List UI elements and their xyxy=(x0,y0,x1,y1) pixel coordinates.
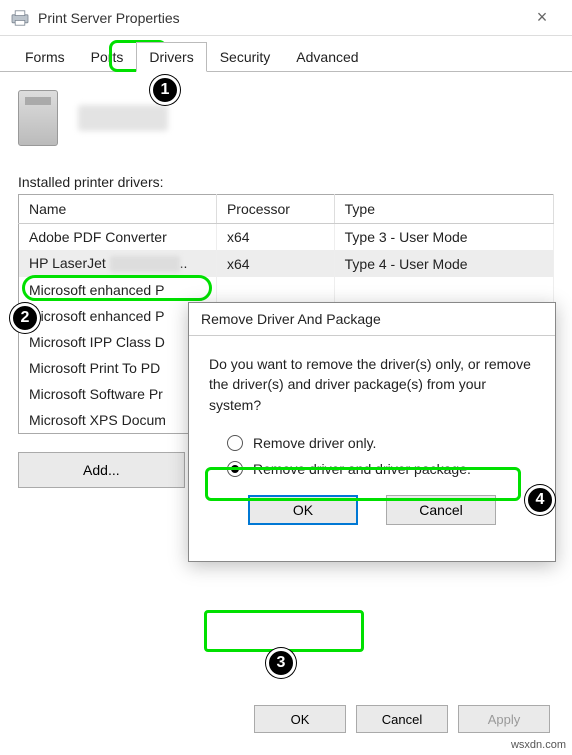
dialog-apply-button[interactable]: Apply xyxy=(458,705,550,733)
modal-button-row: OK Cancel xyxy=(209,487,535,547)
highlight-remove-button xyxy=(204,610,364,652)
cell-name: Microsoft Software Pr xyxy=(19,381,217,407)
modal-text: Do you want to remove the driver(s) only… xyxy=(209,354,535,415)
cell-processor xyxy=(216,277,334,303)
dialog-ok-button[interactable]: OK xyxy=(254,705,346,733)
tab-forms[interactable]: Forms xyxy=(12,42,78,72)
remove-driver-dialog: Remove Driver And Package Do you want to… xyxy=(188,302,556,562)
titlebar: Print Server Properties × xyxy=(0,0,572,36)
add-button[interactable]: Add... xyxy=(18,452,185,488)
modal-title: Remove Driver And Package xyxy=(189,303,555,336)
drivers-list-label: Installed printer drivers: xyxy=(18,174,554,190)
col-name[interactable]: Name xyxy=(19,195,217,224)
close-button[interactable]: × xyxy=(522,7,562,28)
tab-ports[interactable]: Ports xyxy=(78,42,137,72)
cell-type: Type 4 - User Mode xyxy=(334,250,553,277)
radio-label: Remove driver and driver package. xyxy=(253,461,471,477)
table-row[interactable]: HP LaserJet ..x64Type 4 - User Mode xyxy=(19,250,554,277)
server-name-redacted xyxy=(78,105,168,131)
cell-type xyxy=(334,277,553,303)
callout-3: 3 xyxy=(266,648,296,678)
radio-icon xyxy=(227,461,243,477)
printer-icon xyxy=(10,10,30,26)
watermark: wsxdn.com xyxy=(511,739,566,751)
cell-processor: x64 xyxy=(216,224,334,251)
cell-name: Microsoft XPS Docum xyxy=(19,407,217,434)
table-row[interactable]: Microsoft enhanced P xyxy=(19,277,554,303)
modal-cancel-button[interactable]: Cancel xyxy=(386,495,496,525)
tab-security[interactable]: Security xyxy=(207,42,284,72)
cell-name: Microsoft enhanced P xyxy=(19,303,217,329)
table-row[interactable]: Adobe PDF Converter x64Type 3 - User Mod… xyxy=(19,224,554,251)
server-header xyxy=(18,86,554,150)
cell-name: Microsoft Print To PD xyxy=(19,355,217,381)
radio-remove-driver-only[interactable]: Remove driver only. xyxy=(227,435,535,451)
redacted-text xyxy=(110,256,180,272)
col-processor[interactable]: Processor xyxy=(216,195,334,224)
tab-advanced[interactable]: Advanced xyxy=(283,42,371,72)
server-icon xyxy=(18,90,58,146)
radio-icon xyxy=(227,435,243,451)
cell-name: HP LaserJet .. xyxy=(19,250,217,277)
dialog-cancel-button[interactable]: Cancel xyxy=(356,705,448,733)
radio-remove-driver-and-package[interactable]: Remove driver and driver package. xyxy=(227,461,535,477)
modal-ok-button[interactable]: OK xyxy=(248,495,358,525)
cell-name: Adobe PDF Converter xyxy=(19,224,217,251)
col-type[interactable]: Type xyxy=(334,195,553,224)
cell-type: Type 3 - User Mode xyxy=(334,224,553,251)
radio-label: Remove driver only. xyxy=(253,435,376,451)
dialog-button-bar: OK Cancel Apply xyxy=(254,705,550,733)
cell-name: Microsoft enhanced P xyxy=(19,277,217,303)
cell-processor: x64 xyxy=(216,250,334,277)
tab-strip: Forms Ports Drivers Security Advanced xyxy=(0,36,572,72)
tab-drivers[interactable]: Drivers xyxy=(136,42,206,72)
window-title: Print Server Properties xyxy=(38,10,522,26)
cell-name: Microsoft IPP Class D xyxy=(19,329,217,355)
